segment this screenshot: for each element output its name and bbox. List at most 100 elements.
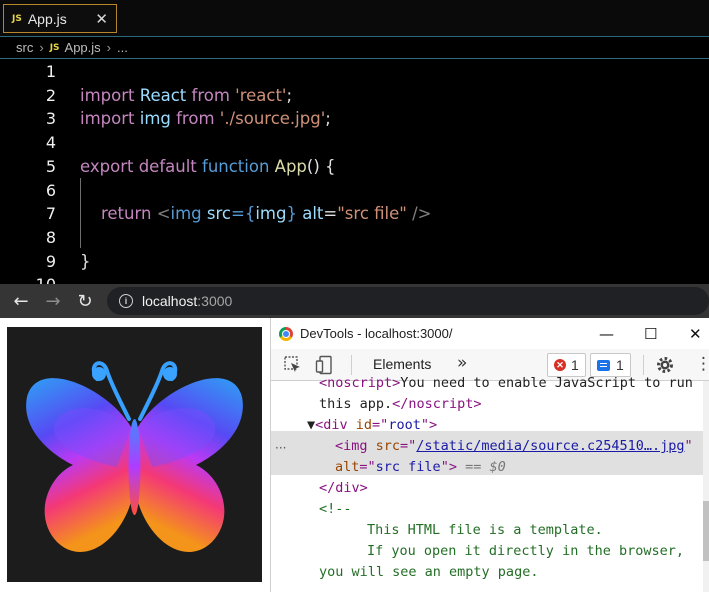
code-token: ; <box>325 109 331 129</box>
code-token: from <box>176 109 220 129</box>
scrollbar-thumb[interactable] <box>703 501 709 561</box>
dom-token: src file <box>375 459 441 475</box>
code-line[interactable]: 8 <box>0 226 709 250</box>
code-token: function <box>202 156 275 176</box>
more-tabs-icon[interactable]: » <box>457 353 467 373</box>
minimize-icon[interactable]: — <box>599 325 614 343</box>
code-text: import img from './source.jpg'; <box>80 107 331 131</box>
breadcrumb-more[interactable]: ... <box>117 40 128 55</box>
code-text: export default function App() { <box>80 155 336 179</box>
line-number: 7 <box>45 204 56 224</box>
close-icon[interactable]: ✕ <box>95 10 108 28</box>
dom-node-line[interactable]: <img src="/static/media/source.c254510….… <box>335 436 693 457</box>
kebab-menu-icon[interactable]: ⋮ <box>695 354 709 374</box>
dom-node-line[interactable]: you will see an empty page. <box>319 562 538 583</box>
code-token: /> <box>406 204 432 224</box>
code-token: from <box>191 85 236 105</box>
code-token: } <box>286 204 303 224</box>
code-token: App <box>274 156 307 176</box>
code-token: img <box>255 204 287 224</box>
code-token: ; <box>286 85 293 105</box>
close-window-icon[interactable]: ✕ <box>689 325 702 343</box>
forward-arrow-icon[interactable]: → <box>41 289 65 313</box>
js-file-icon: JS <box>49 42 60 53</box>
dom-node-line[interactable]: alt="src file"> == $0 <box>335 457 506 478</box>
dom-token: " <box>684 438 693 454</box>
dom-node-line[interactable]: If you open it directly in the browser, <box>367 541 684 562</box>
code-token: = <box>323 204 338 224</box>
line-number: 10 <box>0 273 56 284</box>
chevron-right-icon: › <box>106 40 112 55</box>
dom-node-line[interactable]: this app.</noscript> <box>319 394 482 415</box>
devtools-title-bar: DevTools - localhost:3000/ — ☐ ✕ <box>271 318 709 349</box>
dom-node-line[interactable]: <noscript>You need to enable JavaScript … <box>319 373 693 394</box>
code-line[interactable]: 1 <box>0 60 709 84</box>
devtools-title: DevTools - localhost:3000/ <box>300 326 453 341</box>
code-line[interactable]: 4 <box>0 131 709 155</box>
code-token: import <box>80 109 140 129</box>
dom-node-line[interactable]: <!-- <box>319 499 352 520</box>
back-arrow-icon[interactable]: ← <box>9 289 33 313</box>
code-line[interactable]: 9} <box>0 250 709 274</box>
dom-token: =" <box>400 438 417 454</box>
code-line[interactable]: 3 import img from './source.jpg'; <box>0 107 709 131</box>
code-line[interactable]: 6 <box>0 179 709 203</box>
info-icon[interactable]: i <box>119 294 133 308</box>
line-number: 1 <box>45 62 56 81</box>
dom-token: </div> <box>319 480 368 496</box>
breadcrumb-folder[interactable]: src <box>16 40 33 55</box>
code-token: './source.jpg' <box>219 109 326 129</box>
dom-token: "> <box>440 459 457 475</box>
dom-token: =" <box>359 459 376 475</box>
address-bar[interactable]: i localhost:3000 <box>107 287 709 315</box>
dom-token: == $0 <box>456 459 506 475</box>
code-text: } <box>80 250 91 274</box>
scrollbar[interactable] <box>703 381 709 592</box>
line-number: 2 <box>45 85 56 105</box>
tab-elements[interactable]: Elements <box>373 356 431 372</box>
url-port: :3000 <box>197 293 233 309</box>
breadcrumb-file[interactable]: App.js <box>65 40 101 55</box>
dom-token: this app. <box>319 396 393 412</box>
code-token: img <box>170 204 207 224</box>
code-editor: JS App.js ✕ src › JS App.js › ... 1 2 impo… <box>0 0 709 284</box>
code-token: import <box>80 85 140 105</box>
device-toolbar-icon[interactable] <box>315 355 335 375</box>
message-count: 1 <box>616 357 624 373</box>
code-line[interactable]: 7 return <img src={img} alt="src file" /… <box>0 202 709 226</box>
editor-tab-bar: JS App.js ✕ <box>0 0 709 37</box>
maximize-icon[interactable]: ☐ <box>644 325 657 343</box>
tab-app-js[interactable]: JS App.js ✕ <box>3 4 117 33</box>
dom-token: id <box>355 417 373 433</box>
line-number: 3 <box>45 109 56 129</box>
code-token: img <box>139 109 177 129</box>
code-line[interactable]: 2 import React from 'react'; <box>0 84 709 108</box>
error-icon: ✕ <box>554 359 566 371</box>
code-line[interactable]: 10 <box>0 273 709 284</box>
code-token: ={ <box>231 204 256 224</box>
dom-node-line[interactable]: This HTML file is a template. <box>367 520 603 541</box>
dom-token: you will see an empty page. <box>319 564 539 580</box>
dom-token: <img <box>335 438 376 454</box>
code-token: 'react' <box>235 85 287 105</box>
line-number: 9 <box>45 251 56 271</box>
line-number: 8 <box>45 227 56 247</box>
code-line[interactable]: 5 export default function App() { <box>0 155 709 179</box>
reload-icon[interactable]: ↻ <box>73 289 97 313</box>
dom-node-line[interactable]: ▼<div id="root"> <box>307 415 437 436</box>
ellipsis-icon[interactable]: ··· <box>275 441 286 455</box>
line-number: 6 <box>45 180 56 200</box>
chevron-right-icon: › <box>39 40 44 55</box>
code-token: return <box>80 204 157 224</box>
code-token: "src file" <box>337 204 407 224</box>
gear-icon[interactable] <box>655 355 675 375</box>
dom-token: alt <box>335 459 360 475</box>
dom-token: This HTML file is a template. <box>367 522 603 538</box>
dom-token: ▼ <box>307 417 316 433</box>
dom-node-line[interactable]: </div> <box>319 478 368 499</box>
inspect-element-icon[interactable] <box>283 355 303 375</box>
code-token: React <box>139 85 192 105</box>
chrome-logo-icon <box>279 326 293 341</box>
resource-link[interactable]: /static/media/source.c254510….jpg <box>416 438 684 454</box>
code-token: src <box>206 204 231 224</box>
